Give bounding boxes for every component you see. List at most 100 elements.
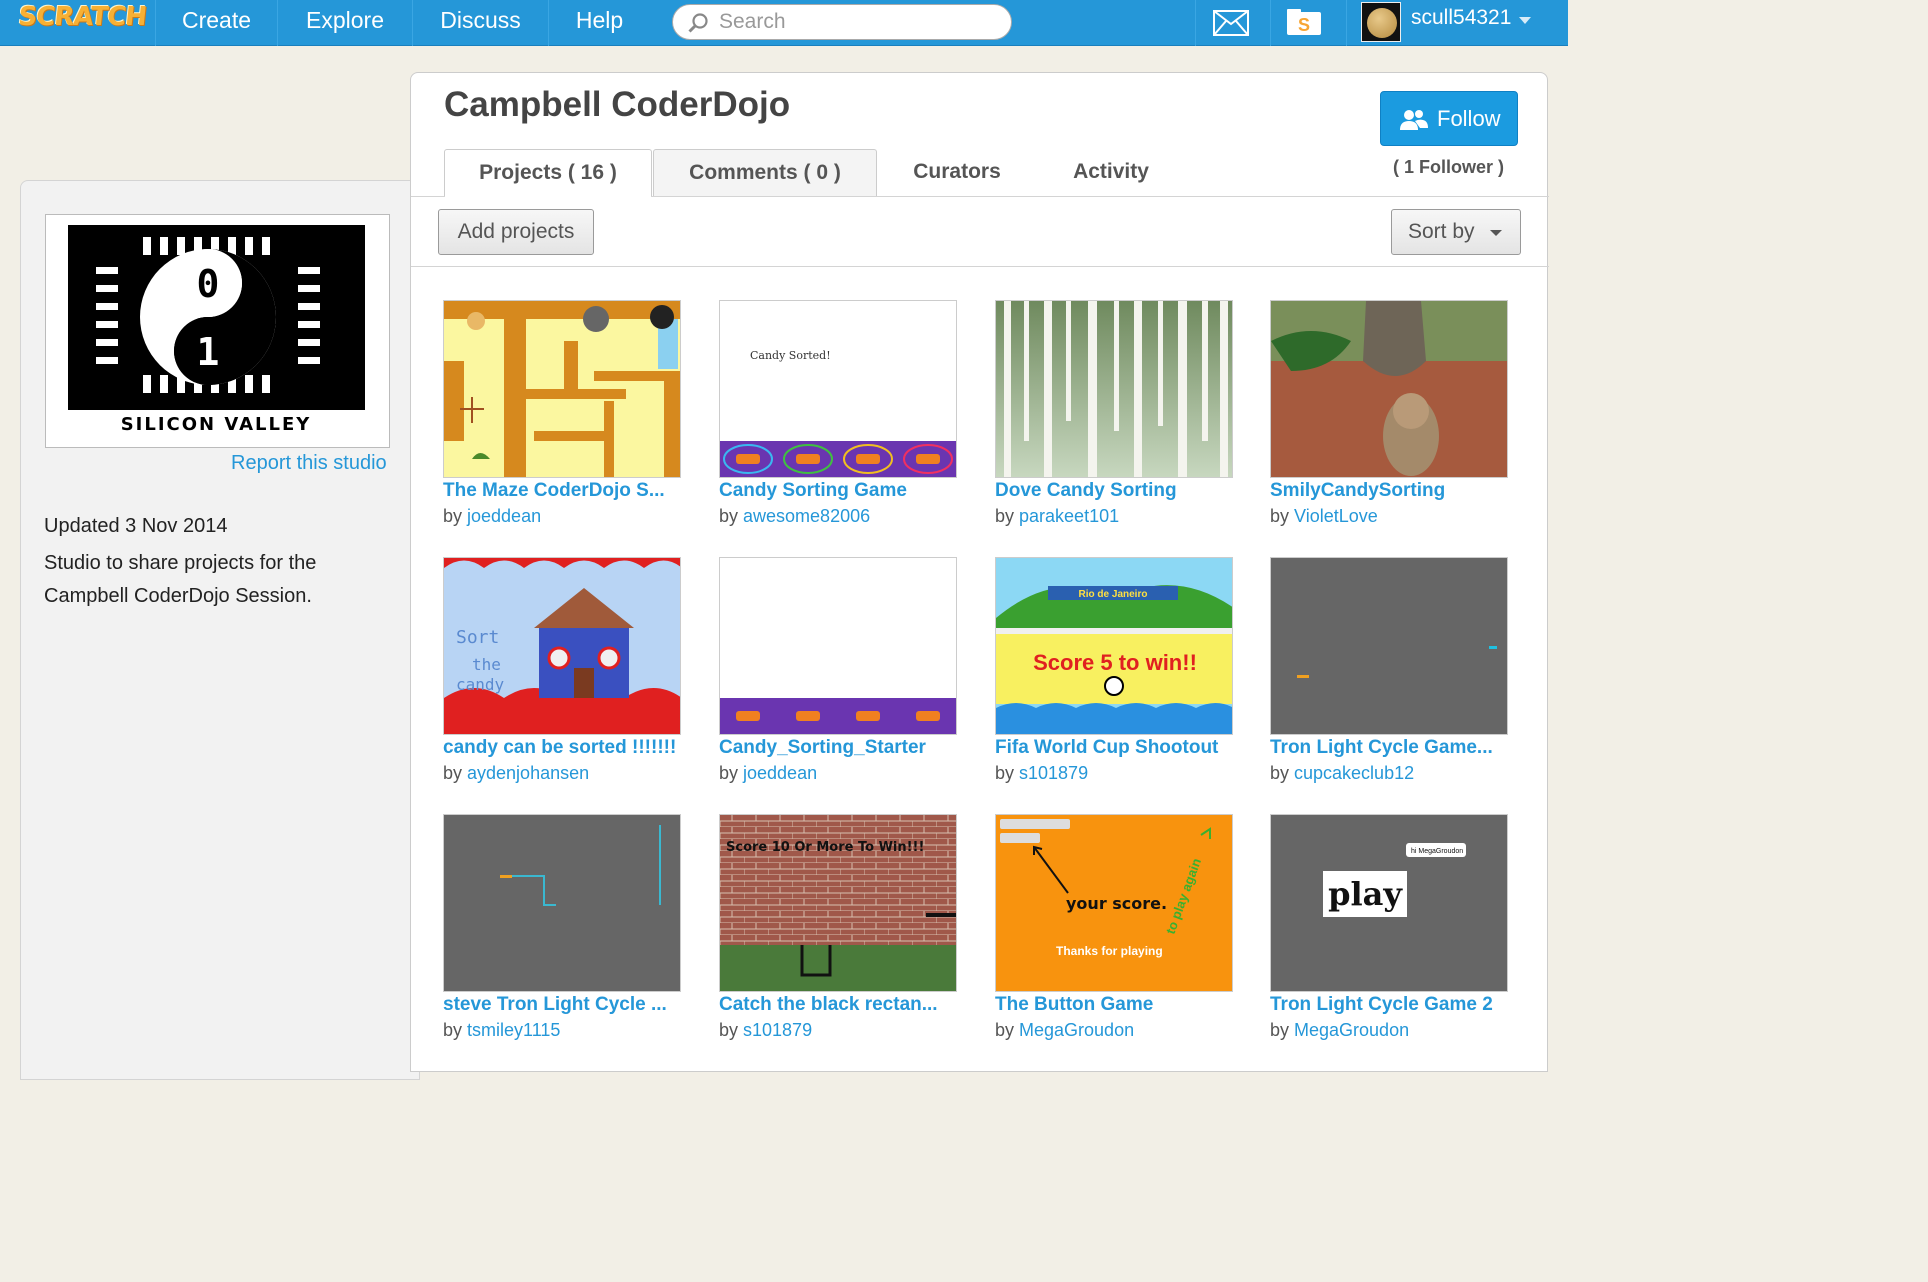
- svg-text:Score 5 to win!!: Score 5 to win!!: [1033, 650, 1197, 675]
- chevron-down-icon: [1490, 230, 1502, 236]
- author-link[interactable]: MegaGroudon: [1294, 1020, 1409, 1040]
- top-nav-bar: SCRATCH Create Explore Discuss Help S sc…: [0, 0, 1568, 46]
- folder-icon: S: [1287, 9, 1321, 35]
- scratch-logo[interactable]: SCRATCH: [16, 2, 148, 42]
- svg-text:Score 10 Or More To Win!!!: Score 10 Or More To Win!!!: [726, 840, 924, 855]
- studio-sidebar: 0 1 SILICON VALLEY Report this studio Up…: [20, 180, 420, 1080]
- svg-text:0: 0: [197, 262, 220, 306]
- nav-help[interactable]: Help: [548, 0, 650, 46]
- project-title[interactable]: Candy Sorting Game: [719, 480, 959, 502]
- project-author: by parakeet101: [995, 506, 1120, 526]
- svg-text:candy: candy: [456, 675, 505, 694]
- tab-comments[interactable]: Comments ( 0 ): [653, 149, 877, 197]
- svg-text:1: 1: [197, 330, 220, 374]
- project-author: by awesome82006: [719, 506, 871, 526]
- project-title[interactable]: Tron Light Cycle Game...: [1270, 737, 1510, 759]
- project-author: by s101879: [995, 763, 1089, 783]
- svg-text:hi MegaGroudon: hi MegaGroudon: [1411, 848, 1463, 855]
- project-author: by joeddean: [443, 506, 542, 526]
- project-title[interactable]: Dove Candy Sorting: [995, 480, 1235, 502]
- project-thumbnail[interactable]: [1270, 300, 1508, 478]
- studio-description: Studio to share projects for the Campbel…: [44, 552, 317, 607]
- author-link[interactable]: aydenjohansen: [467, 763, 589, 783]
- studio-thumbnail: 0 1 SILICON VALLEY: [45, 214, 390, 448]
- project-author: by VioletLove: [1270, 506, 1378, 526]
- project-author: by tsmiley1115: [443, 1020, 561, 1040]
- svg-text:Thanks for playing: Thanks for playing: [1056, 944, 1163, 958]
- project-thumbnail[interactable]: Score 10 Or More To Win!!!: [719, 814, 957, 992]
- avatar[interactable]: [1361, 2, 1401, 42]
- sort-by-label: Sort by: [1408, 220, 1475, 243]
- follower-count: ( 1 Follower ): [1393, 157, 1505, 177]
- envelope-icon: [1213, 10, 1249, 36]
- follow-button[interactable]: Follow: [1380, 91, 1518, 146]
- project-author: by cupcakeclub12: [1270, 763, 1415, 783]
- username[interactable]: scull54321: [1411, 6, 1511, 30]
- page-title: Campbell CoderDojo: [444, 85, 791, 124]
- project-title[interactable]: Candy_Sorting_Starter: [719, 737, 959, 759]
- search-box[interactable]: [672, 4, 1012, 40]
- project-title[interactable]: Tron Light Cycle Game 2: [1270, 994, 1510, 1016]
- project-thumbnail[interactable]: [995, 300, 1233, 478]
- svg-text:the: the: [472, 655, 501, 674]
- author-link[interactable]: joeddean: [467, 506, 541, 526]
- project-author: by aydenjohansen: [443, 763, 590, 783]
- project-title[interactable]: steve Tron Light Cycle ...: [443, 994, 683, 1016]
- messages-button[interactable]: [1195, 0, 1270, 46]
- author-link[interactable]: joeddean: [743, 763, 817, 783]
- author-link[interactable]: VioletLove: [1294, 506, 1378, 526]
- svg-text:your score.: your score.: [1066, 894, 1167, 913]
- svg-text:play: play: [1328, 875, 1403, 913]
- project-thumbnail[interactable]: Sort the candy: [443, 557, 681, 735]
- chevron-down-icon[interactable]: [1519, 17, 1531, 24]
- tab-projects[interactable]: Projects ( 16 ): [444, 149, 652, 197]
- project-title[interactable]: Fifa World Cup Shootout: [995, 737, 1235, 759]
- svg-text:Rio de Janeiro: Rio de Janeiro: [1079, 589, 1148, 600]
- project-title[interactable]: candy can be sorted !!!!!!!: [443, 737, 683, 759]
- project-thumbnail[interactable]: [719, 557, 957, 735]
- report-studio-link[interactable]: Report this studio: [231, 452, 387, 475]
- search-icon: [688, 13, 708, 33]
- project-author: by MegaGroudon: [1270, 1020, 1410, 1040]
- project-title[interactable]: The Button Game: [995, 994, 1235, 1016]
- author-link[interactable]: awesome82006: [743, 506, 870, 526]
- svg-text:Candy Sorted!: Candy Sorted!: [750, 349, 831, 362]
- toolbar-divider: [411, 266, 1549, 267]
- silicon-valley-logo: 0 1 SILICON VALLEY: [68, 225, 365, 435]
- user-menu[interactable]: scull54321: [1346, 0, 1568, 46]
- add-projects-button[interactable]: Add projects: [438, 209, 594, 255]
- nav-create[interactable]: Create: [155, 0, 277, 46]
- project-thumbnail[interactable]: [443, 814, 681, 992]
- project-thumbnail[interactable]: Candy Sorted!: [719, 300, 957, 478]
- author-link[interactable]: s101879: [743, 1020, 812, 1040]
- project-thumbnail[interactable]: [1270, 557, 1508, 735]
- updated-date: Updated 3 Nov 2014: [44, 515, 228, 537]
- people-icon: [1400, 110, 1428, 130]
- project-author: by joeddean: [719, 763, 818, 783]
- author-link[interactable]: MegaGroudon: [1019, 1020, 1134, 1040]
- author-link[interactable]: cupcakeclub12: [1294, 763, 1414, 783]
- active-tab-gap: [445, 196, 651, 198]
- project-thumbnail[interactable]: [443, 300, 681, 478]
- project-title[interactable]: SmilyCandySorting: [1270, 480, 1510, 502]
- svg-text:Sort: Sort: [456, 627, 499, 648]
- project-thumbnail[interactable]: your score. Thanks for playing to play a…: [995, 814, 1233, 992]
- nav-explore[interactable]: Explore: [277, 0, 412, 46]
- sort-by-dropdown[interactable]: Sort by: [1391, 209, 1521, 255]
- tab-activity[interactable]: Activity: [1051, 149, 1171, 197]
- nav-discuss[interactable]: Discuss: [412, 0, 548, 46]
- author-link[interactable]: tsmiley1115: [467, 1020, 560, 1040]
- follow-label: Follow: [1437, 106, 1501, 131]
- project-thumbnail[interactable]: Rio de Janeiro Score 5 to win!!: [995, 557, 1233, 735]
- tab-curators[interactable]: Curators: [891, 149, 1023, 197]
- project-title[interactable]: The Maze CoderDojo S...: [443, 480, 683, 502]
- svg-text:S: S: [1298, 15, 1310, 35]
- author-link[interactable]: parakeet101: [1019, 506, 1119, 526]
- search-input[interactable]: [719, 7, 999, 37]
- svg-text:SILICON VALLEY: SILICON VALLEY: [121, 414, 312, 435]
- project-title[interactable]: Catch the black rectan...: [719, 994, 959, 1016]
- author-link[interactable]: s101879: [1019, 763, 1088, 783]
- project-author: by MegaGroudon: [995, 1020, 1135, 1040]
- my-stuff-button[interactable]: S: [1270, 0, 1346, 46]
- project-thumbnail[interactable]: hi MegaGroudon play: [1270, 814, 1508, 992]
